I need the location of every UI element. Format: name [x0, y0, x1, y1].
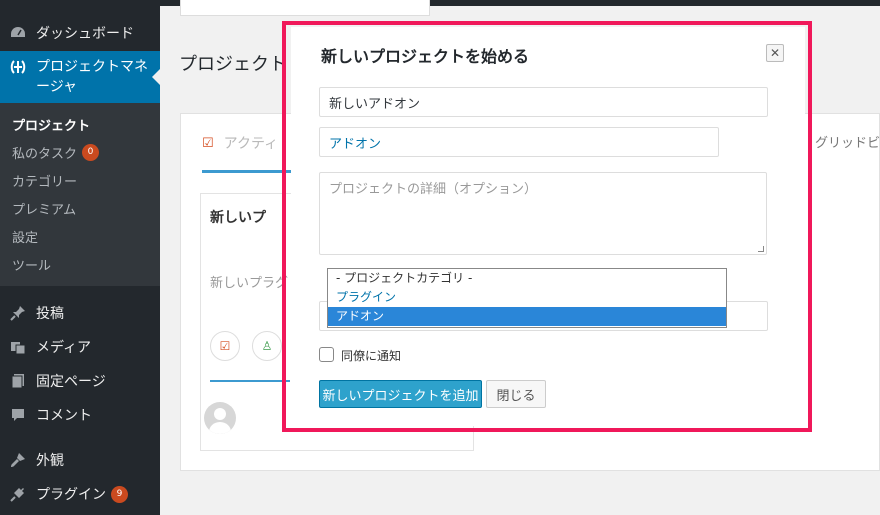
menu-item-label: メディア	[36, 340, 92, 356]
media-icon	[8, 337, 28, 357]
menu-item-posts[interactable]: 投稿	[0, 296, 160, 330]
project-manager-submenu: プロジェクト 私のタスク 0 カテゴリー プレミアム 設定 ツール	[0, 103, 160, 286]
appearance-icon	[8, 450, 28, 470]
notify-coworkers-checkbox[interactable]	[319, 347, 334, 362]
menu-item-label: プラグイン	[36, 487, 106, 503]
menu-item-label: ダッシュボード	[36, 26, 134, 42]
submenu-item-my-tasks[interactable]: 私のタスク 0	[12, 143, 100, 162]
page-icon	[8, 371, 28, 391]
submenu-item-premium[interactable]: プレミアム	[12, 199, 76, 218]
tab-grid-view[interactable]: グリッドビ	[815, 132, 880, 151]
close-icon[interactable]: ✕	[766, 44, 784, 62]
project-name-input[interactable]: 新しいアドオン	[319, 87, 768, 117]
menu-item-label: コメント	[36, 408, 92, 424]
notify-coworkers-label: 同僚に通知	[341, 349, 402, 363]
project-category-value: アドオン	[329, 136, 382, 152]
submenu-label: プロジェクト	[12, 119, 91, 134]
plugin-update-badge: 9	[111, 485, 128, 503]
add-project-button[interactable]: 新しいプロジェクトを追加	[319, 380, 482, 408]
menu-item-comments[interactable]: コメント	[0, 398, 160, 432]
category-dropdown[interactable]: - プロジェクトカテゴリ - プラグイン アドオン	[327, 268, 727, 328]
project-manager-icon	[8, 57, 28, 77]
dropdown-option-selected[interactable]: アドオン	[328, 307, 726, 326]
admin-sidebar: ダッシュボード プロジェクトマネ ージャ プロジェクト 私のタスク 0 カテゴリ…	[0, 0, 160, 515]
menu-item-project-manager[interactable]: プロジェクトマネ ージャ	[0, 51, 160, 103]
submenu-item-projects[interactable]: プロジェクト	[12, 115, 90, 134]
task-count-badge: 0	[82, 144, 100, 161]
submenu-item-settings[interactable]: 設定	[12, 227, 38, 246]
plugin-icon	[8, 484, 28, 504]
dashboard-icon	[8, 23, 28, 43]
comment-icon	[8, 405, 28, 425]
menu-item-label: 固定ページ	[36, 374, 106, 390]
submenu-item-categories[interactable]: カテゴリー	[12, 171, 77, 190]
menu-item-media[interactable]: メディア	[0, 330, 160, 364]
menu-item-label: 投稿	[36, 306, 64, 322]
project-card-description: 新しいプラグ	[210, 276, 289, 291]
pin-icon	[8, 303, 28, 323]
avatar	[204, 402, 236, 434]
dropdown-option[interactable]: プラグイン	[328, 288, 726, 307]
tab-active-projects[interactable]: ☑ アクティ	[202, 133, 278, 153]
active-indicator	[152, 69, 160, 85]
menu-item-plugins[interactable]: プラグイン 9	[0, 477, 160, 511]
project-details-placeholder: プロジェクトの詳細（オプション）	[329, 182, 538, 197]
menu-item-label-continued: ージャ	[36, 79, 78, 95]
project-details-textarea[interactable]: プロジェクトの詳細（オプション）	[319, 172, 767, 255]
close-button[interactable]: 閉じる	[486, 380, 546, 408]
submenu-label: 設定	[12, 231, 39, 246]
tab-label: アクティ	[223, 136, 279, 152]
tab-active-underline	[202, 170, 292, 173]
project-name-value: 新しいアドオン	[329, 96, 421, 112]
users-icon[interactable]: ♙	[252, 331, 282, 361]
menu-item-label: 外観	[36, 453, 64, 469]
task-list-icon[interactable]: ☑	[210, 331, 240, 361]
dialog-title: 新しいプロジェクトを始める	[321, 47, 530, 66]
project-category-input[interactable]: アドオン	[319, 127, 719, 157]
resize-handle[interactable]	[758, 246, 764, 252]
project-card-title: 新しいプ	[210, 210, 266, 226]
menu-item-pages[interactable]: 固定ページ	[0, 364, 160, 398]
menu-item-label: プロジェクトマネ	[36, 59, 148, 75]
submenu-label: ツール	[12, 259, 52, 274]
menu-item-appearance[interactable]: 外観	[0, 443, 160, 477]
page-title: プロジェクト	[179, 54, 287, 75]
checklist-icon: ☑	[202, 135, 214, 151]
top-strip	[180, 0, 430, 16]
progress-bar	[210, 380, 290, 382]
submenu-label: 私のタスク	[12, 147, 78, 162]
submenu-label: カテゴリー	[12, 175, 78, 190]
dropdown-option[interactable]: - プロジェクトカテゴリ -	[328, 269, 726, 288]
menu-item-dashboard[interactable]: ダッシュボード	[0, 16, 160, 50]
submenu-label: プレミアム	[12, 203, 77, 218]
submenu-item-tools[interactable]: ツール	[12, 255, 51, 274]
